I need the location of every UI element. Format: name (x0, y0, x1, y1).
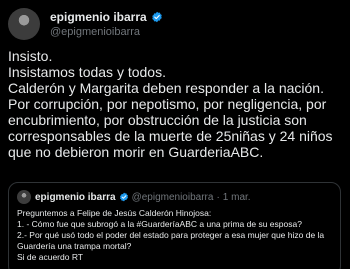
author-handle[interactable]: @epigmenioibarra (50, 25, 163, 39)
author-display-name[interactable]: epigmenio ibarra (50, 9, 147, 25)
quoted-tweet-text: Preguntemos a Felipe de Jesús Calderón H… (17, 208, 325, 262)
quoted-verified-badge-icon (119, 192, 128, 202)
quoted-author-name: epigmenio ibarra (35, 191, 116, 203)
quoted-tweet[interactable]: epigmenio ibarra @epigmenioibarra · 1 ma… (8, 182, 341, 269)
quoted-date: 1 mar. (222, 191, 251, 203)
quoted-tweet-header: epigmenio ibarra @epigmenioibarra · 1 ma… (17, 189, 332, 205)
verified-badge-icon (151, 11, 162, 23)
quoted-author-handle: @epigmenioibarra (131, 191, 214, 203)
tweet-text: Insisto. Insistamos todas y todos. Calde… (8, 48, 333, 160)
author-name-row: epigmenio ibarra (50, 9, 163, 25)
tweet-header: epigmenio ibarra @epigmenioibarra (8, 8, 163, 40)
quoted-author-avatar (17, 190, 31, 204)
author-avatar[interactable] (8, 8, 40, 40)
author-names: epigmenio ibarra @epigmenioibarra (50, 9, 163, 39)
quoted-separator: · (216, 191, 220, 203)
